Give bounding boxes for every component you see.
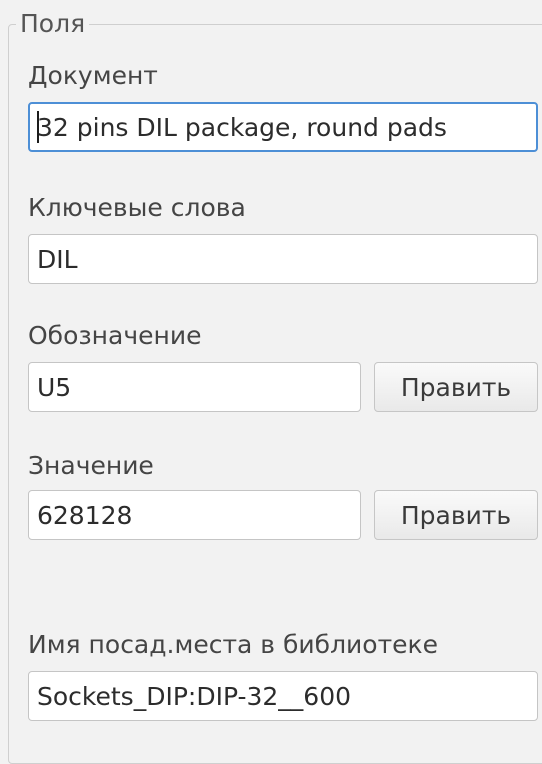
footprint-input[interactable]	[28, 671, 538, 721]
document-label: Документ	[28, 61, 158, 90]
text-caret	[37, 111, 39, 143]
edit-reference-button[interactable]: Править	[374, 362, 538, 412]
value-label: Значение	[28, 451, 154, 480]
reference-label: Обозначение	[28, 321, 202, 350]
footprint-label: Имя посад.места в библиотеке	[28, 630, 439, 659]
reference-input[interactable]	[28, 362, 361, 412]
value-input[interactable]	[28, 490, 361, 540]
edit-value-button[interactable]: Править	[374, 490, 538, 540]
fields-group-title: Поля	[16, 9, 90, 39]
document-input[interactable]	[28, 102, 538, 152]
keywords-input[interactable]	[28, 234, 538, 284]
keywords-label: Ключевые слова	[28, 193, 246, 222]
